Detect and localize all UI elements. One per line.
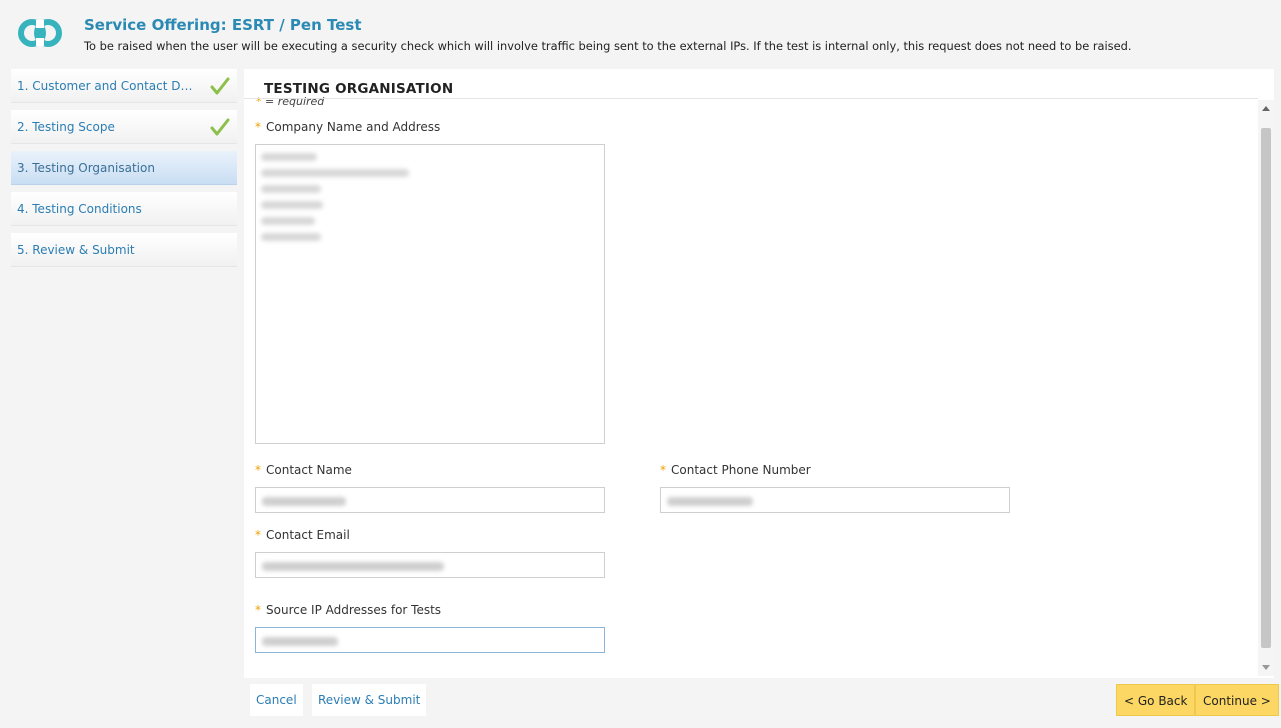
contact-email-label: * Contact Email	[255, 528, 350, 542]
checkmark-icon	[210, 77, 230, 95]
company-address-textarea[interactable]	[255, 144, 605, 444]
step-testing-conditions[interactable]: 4. Testing Conditions	[11, 192, 237, 226]
contact-name-input[interactable]	[255, 487, 605, 513]
section-divider	[244, 98, 1258, 99]
step-testing-scope[interactable]: 2. Testing Scope	[11, 110, 237, 144]
step-label: 4. Testing Conditions	[17, 202, 142, 216]
step-testing-organisation[interactable]: 3. Testing Organisation	[11, 151, 237, 185]
source-ip-input[interactable]	[255, 627, 605, 653]
cancel-button[interactable]: Cancel	[250, 684, 303, 716]
contact-phone-label: * Contact Phone Number	[660, 463, 811, 477]
step-label: 1. Customer and Contact Details	[17, 79, 199, 93]
form-scrollbar[interactable]	[1258, 100, 1274, 676]
company-label: * Company Name and Address	[255, 120, 441, 134]
required-note: * = required	[256, 95, 325, 108]
source-ip-label: * Source IP Addresses for Tests	[255, 603, 442, 617]
continue-button[interactable]: Continue >	[1195, 684, 1279, 716]
step-customer-contact[interactable]: 1. Customer and Contact Details	[11, 69, 237, 103]
review-submit-button[interactable]: Review & Submit	[312, 684, 427, 716]
step-review-submit[interactable]: 5. Review & Submit	[11, 233, 237, 267]
step-label: 5. Review & Submit	[17, 243, 135, 257]
page-description: To be raised when the user will be execu…	[84, 39, 1132, 53]
go-back-button[interactable]: < Go Back	[1116, 684, 1196, 716]
step-label: 3. Testing Organisation	[17, 161, 155, 175]
scroll-down-arrow-icon[interactable]	[1262, 665, 1270, 670]
checkmark-icon	[210, 118, 230, 136]
scroll-thumb[interactable]	[1261, 128, 1271, 648]
step-label: 2. Testing Scope	[17, 120, 115, 134]
contact-name-label: * Contact Name	[255, 463, 352, 477]
page-header: Service Offering: ESRT / Pen Test To be …	[0, 0, 1281, 68]
contact-phone-input[interactable]	[660, 487, 1010, 513]
contact-email-input[interactable]	[255, 552, 605, 578]
form-panel: TESTING ORGANISATION * = required * Compa…	[244, 69, 1274, 678]
page-title: Service Offering: ESRT / Pen Test	[84, 16, 362, 34]
scroll-up-arrow-icon[interactable]	[1262, 106, 1270, 111]
service-logo-icon	[18, 19, 62, 47]
